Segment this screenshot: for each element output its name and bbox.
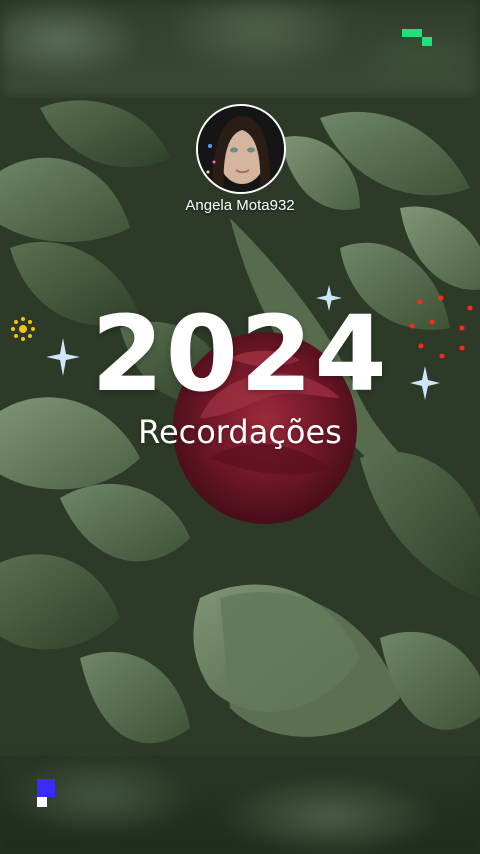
blurred-backdrop-bottom (0, 756, 480, 854)
avatar[interactable] (196, 104, 286, 194)
memories-subtitle: Recordações (138, 413, 342, 451)
username-label[interactable]: Angela Mota932 (0, 197, 480, 214)
green-pixel-logo-icon (402, 29, 432, 49)
story-screen: Angela Mota932 2024 Recordações (0, 0, 480, 854)
blue-pixel-logo-icon (37, 779, 57, 809)
year-title: 2024 (91, 293, 389, 415)
